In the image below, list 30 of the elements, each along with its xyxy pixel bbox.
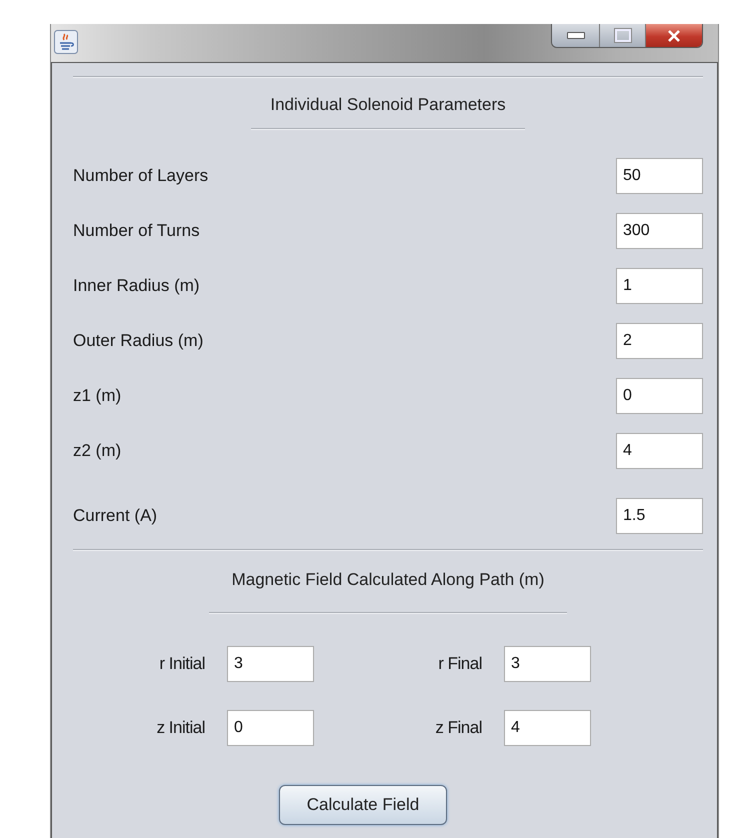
input-field[interactable]: 3 [504, 646, 591, 682]
field-label: Current (A) [73, 506, 158, 526]
input-field[interactable]: 0 [227, 710, 314, 746]
input-field[interactable]: 1.5 [616, 498, 703, 534]
section-heading: Magnetic Field Calculated Along Path (m) [230, 570, 546, 590]
maximize-button[interactable] [600, 24, 646, 47]
close-icon [666, 30, 682, 42]
field-label: Outer Radius (m) [73, 331, 204, 351]
field-label: r Initial [159, 654, 205, 674]
coffee-cup-icon [54, 30, 78, 54]
input-field[interactable]: 4 [616, 433, 703, 469]
input-field[interactable]: 300 [616, 213, 703, 249]
section-heading: Individual Solenoid Parameters [269, 95, 507, 115]
input-field[interactable]: 0 [616, 378, 703, 414]
field-label: z1 (m) [73, 386, 122, 406]
input-field[interactable]: 1 [616, 268, 703, 304]
input-field[interactable]: 50 [616, 158, 703, 194]
field-label: Number of Turns [73, 221, 200, 241]
minimize-button[interactable] [552, 24, 600, 47]
field-label: z2 (m) [73, 441, 122, 461]
field-label: r Final [438, 654, 482, 674]
input-field[interactable]: 4 [504, 710, 591, 746]
field-label: z Initial [156, 718, 205, 738]
field-label: Number of Layers [73, 166, 208, 186]
field-label: Inner Radius (m) [73, 276, 200, 296]
close-button[interactable] [646, 24, 702, 47]
input-field[interactable]: 2 [616, 323, 703, 359]
input-field[interactable]: 3 [227, 646, 314, 682]
field-label: z Final [435, 718, 482, 738]
calculate-button[interactable]: Calculate Field [279, 785, 447, 825]
